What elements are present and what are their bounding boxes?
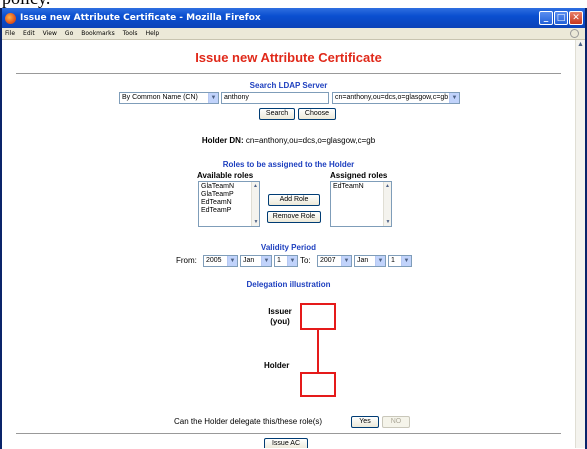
list-item[interactable]: GlaTeamN: [201, 183, 257, 191]
chevron-up-icon[interactable]: ▲: [384, 182, 391, 190]
holder-dn-value: cn=anthony,ou=dcs,o=glasgow,c=gb: [245, 136, 376, 145]
to-day-select[interactable]: 1 ▼: [388, 255, 412, 267]
validity-section-title: Validity Period: [260, 243, 317, 252]
yes-button[interactable]: Yes: [351, 416, 379, 428]
issuer-label-text: Issuer: [268, 307, 292, 316]
no-button: NO: [382, 416, 410, 428]
firefox-icon: [5, 12, 16, 24]
to-month-value: Jan: [357, 257, 369, 264]
chevron-down-icon: ▼: [227, 256, 237, 266]
from-label: From:: [176, 256, 197, 265]
assigned-roles-label: Assigned roles: [330, 171, 388, 180]
holder-label: Holder: [264, 361, 290, 370]
menu-edit[interactable]: Edit: [23, 30, 35, 37]
chevron-down-icon: ▼: [287, 256, 297, 266]
chevron-down-icon: ▼: [401, 256, 411, 266]
search-button[interactable]: Search: [259, 108, 295, 120]
from-year-value: 2005: [206, 257, 222, 264]
search-by-select[interactable]: By Common Name (CN) ▼: [119, 92, 219, 104]
chevron-down-icon: ▼: [341, 256, 351, 266]
holder-dn-label: Holder DN:: [201, 136, 244, 145]
from-month-select[interactable]: Jan ▼: [240, 255, 272, 267]
menu-tools[interactable]: Tools: [123, 30, 138, 37]
choose-button[interactable]: Choose: [298, 108, 336, 120]
minimize-button[interactable]: _: [539, 11, 553, 25]
from-day-select[interactable]: 1 ▼: [274, 255, 298, 267]
browser-window: Issue new Attribute Certificate - Mozill…: [0, 8, 587, 449]
issuer-label: Issuer (you): [264, 307, 296, 327]
holder-dn: Holder DN: cn=anthony,ou=dcs,o=glasgow,c…: [2, 136, 575, 145]
remove-role-button[interactable]: Remove Role: [267, 211, 321, 223]
chevron-down-icon[interactable]: ▼: [252, 218, 260, 226]
from-year-select[interactable]: 2005 ▼: [203, 255, 238, 267]
to-year-value: 2007: [320, 257, 336, 264]
issuer-box: [300, 303, 336, 330]
add-role-button[interactable]: Add Role: [268, 194, 320, 206]
menu-bookmarks[interactable]: Bookmarks: [81, 30, 115, 37]
title-bar: Issue new Attribute Certificate - Mozill…: [2, 8, 585, 28]
from-day-value: 1: [277, 257, 281, 264]
page-scrollbar[interactable]: ▲: [575, 40, 585, 448]
chevron-up-icon[interactable]: ▲: [252, 182, 259, 190]
issuer-sub-text: (you): [270, 317, 290, 326]
menu-go[interactable]: Go: [65, 30, 73, 37]
to-label: To:: [300, 256, 311, 265]
search-query-input[interactable]: anthony: [221, 92, 329, 104]
page-content: Issue new Attribute Certificate Search L…: [2, 40, 575, 448]
search-query-value: anthony: [224, 94, 249, 101]
roles-section-title: Roles to be assigned to the Holder: [222, 160, 355, 169]
delegation-connector: [317, 330, 319, 372]
search-section-title: Search LDAP Server: [249, 81, 328, 90]
menu-bar: File Edit View Go Bookmarks Tools Help: [2, 28, 585, 40]
divider: [16, 73, 561, 74]
available-roles-list[interactable]: GlaTeamN GlaTeamP EdTeamN EdTeamP ▲ ▼: [198, 181, 260, 227]
menu-view[interactable]: View: [43, 30, 57, 37]
list-item[interactable]: EdTeamN: [201, 199, 257, 207]
chevron-down-icon: ▼: [208, 93, 218, 103]
background-document-text: policy.: [0, 0, 587, 8]
page-title: Issue new Attribute Certificate: [195, 50, 382, 65]
list-scrollbar[interactable]: ▲ ▼: [251, 182, 259, 226]
result-dn-value: cn=anthony,ou=dcs,o=glasgow,c=gb: [335, 94, 449, 101]
search-by-value: By Common Name (CN): [122, 94, 198, 101]
list-item[interactable]: EdTeamN: [333, 183, 389, 191]
list-item[interactable]: EdTeamP: [201, 207, 257, 215]
chevron-down-icon: ▼: [375, 256, 385, 266]
assigned-roles-list[interactable]: EdTeamN ▲ ▼: [330, 181, 392, 227]
result-dn-select[interactable]: cn=anthony,ou=dcs,o=glasgow,c=gb ▼: [332, 92, 460, 104]
throbber-icon: [570, 29, 579, 38]
menu-help[interactable]: Help: [146, 30, 160, 37]
delegation-section-title: Delegation illustration: [246, 280, 331, 289]
window-title: Issue new Attribute Certificate - Mozill…: [20, 13, 261, 23]
list-scrollbar[interactable]: ▲ ▼: [383, 182, 391, 226]
list-item[interactable]: GlaTeamP: [201, 191, 257, 199]
chevron-down-icon: ▼: [261, 256, 271, 266]
to-day-value: 1: [391, 257, 395, 264]
background-text: policy.: [2, 0, 50, 8]
chevron-down-icon[interactable]: ▼: [384, 218, 392, 226]
to-month-select[interactable]: Jan ▼: [354, 255, 386, 267]
available-roles-label: Available roles: [197, 171, 254, 180]
issue-ac-button[interactable]: Issue AC: [264, 438, 308, 448]
holder-box: [300, 372, 336, 397]
from-month-value: Jan: [243, 257, 255, 264]
close-button[interactable]: ✕: [569, 11, 583, 25]
to-year-select[interactable]: 2007 ▼: [317, 255, 352, 267]
delegate-question: Can the Holder delegate this/these role(…: [174, 417, 323, 426]
divider: [16, 433, 561, 434]
menu-file[interactable]: File: [5, 30, 15, 37]
maximize-button[interactable]: □: [554, 11, 568, 25]
chevron-down-icon: ▼: [449, 93, 459, 103]
chevron-up-icon[interactable]: ▲: [576, 40, 585, 50]
